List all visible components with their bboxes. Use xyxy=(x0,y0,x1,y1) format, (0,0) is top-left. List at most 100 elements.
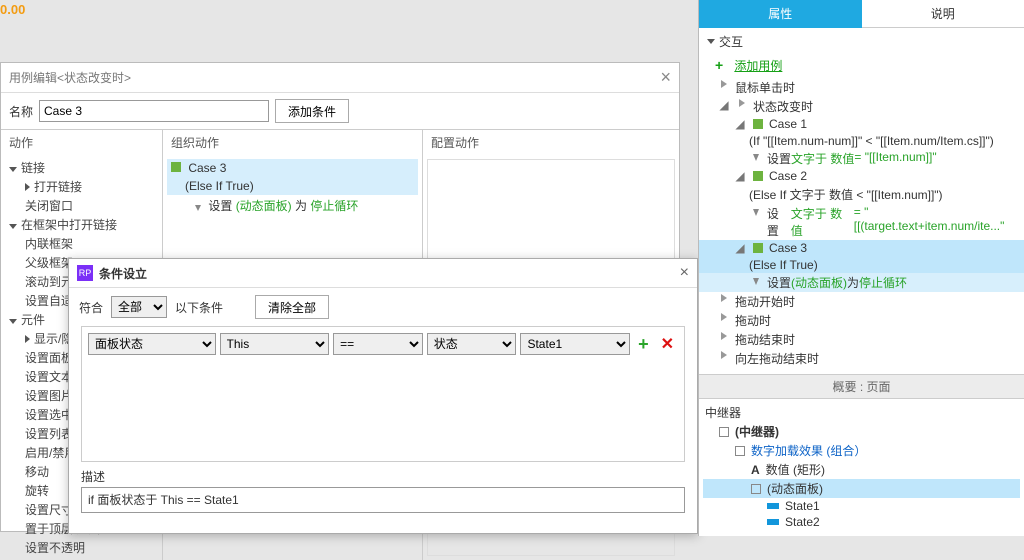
act-move[interactable]: 移动 xyxy=(25,465,49,479)
event-drag-start[interactable]: 拖动开始时 xyxy=(699,292,1024,311)
event-scroll-end[interactable]: 向左拖动结束时 xyxy=(699,349,1024,368)
case1[interactable]: ◢Case 1 xyxy=(699,116,1024,133)
bolt-icon xyxy=(753,209,759,216)
inspector-panel: 属性 说明 交互 + 添加用例 鼠标单击时 ◢状态改变时 ◢Case 1 (If… xyxy=(698,0,1024,536)
close-icon[interactable]: × xyxy=(680,264,689,282)
act-set-text[interactable]: 设置文本 xyxy=(25,370,73,384)
act-set-selected[interactable]: 设置选中 xyxy=(25,408,73,422)
lightning-icon xyxy=(719,350,729,362)
case2-cond[interactable]: (Else If 文字于 数值 < "[[Item.num]]") xyxy=(699,185,1024,204)
act-open-link[interactable]: 打开链接 xyxy=(34,180,82,194)
outline-state2[interactable]: State2 xyxy=(703,514,1020,530)
act-parent-frame[interactable]: 父级框架 xyxy=(25,256,73,270)
org-set: 设置 xyxy=(208,199,235,213)
condition-title: 条件设立 xyxy=(99,265,680,282)
chevron-down-icon xyxy=(707,39,715,44)
lhs-target-select[interactable]: This xyxy=(220,333,330,355)
tab-properties[interactable]: 属性 xyxy=(699,0,862,28)
case1-cond[interactable]: (If "[[Item.num-num]]" < "[[Item.num/Ite… xyxy=(699,133,1024,149)
case-icon xyxy=(753,171,763,181)
case2-action[interactable]: 设置 文字于 数值 = "[[(target.text+item.num/ite… xyxy=(699,204,1024,240)
org-target: (动态面板) xyxy=(236,199,292,213)
case2[interactable]: ◢Case 2 xyxy=(699,168,1024,185)
col-config-header: 配置动作 xyxy=(423,130,679,155)
act-size[interactable]: 设置尺寸 xyxy=(25,503,73,517)
outline-num[interactable]: A数值 (矩形) xyxy=(703,460,1020,479)
event-state-change[interactable]: ◢状态改变时 xyxy=(699,97,1024,116)
dp-icon xyxy=(751,484,761,494)
repeater-icon xyxy=(719,427,729,437)
case3[interactable]: ◢Case 3 xyxy=(699,240,1024,257)
add-case-link[interactable]: 添加用例 xyxy=(734,59,782,73)
interactions-tree: 鼠标单击时 ◢状态改变时 ◢Case 1 (If "[[Item.num-num… xyxy=(699,78,1024,374)
clear-all-button[interactable]: 清除全部 xyxy=(255,295,329,319)
match-mode-select[interactable]: 全部 xyxy=(111,296,167,318)
outline-tree: 中继器 (中继器) 数字加载效果 (组合） A数值 (矩形) (动态面板) St… xyxy=(699,399,1024,534)
case-editor-title: 用例编辑<状态改变时> xyxy=(9,69,131,86)
outline-repeater[interactable]: (中继器) xyxy=(703,422,1020,441)
lightning-icon xyxy=(737,98,747,110)
case-folder-icon xyxy=(171,162,181,172)
condition-dialog: RP 条件设立 × 符合 全部 以下条件 清除全部 面板状态 This == 状… xyxy=(68,258,698,534)
col-org-header: 组织动作 xyxy=(163,130,422,155)
conditions-area: 面板状态 This == 状态 State1 + ✕ xyxy=(81,326,685,462)
act-close-window[interactable]: 关闭窗口 xyxy=(25,199,73,213)
close-icon[interactable]: × xyxy=(660,67,671,88)
lightning-icon xyxy=(719,293,729,305)
grp-widgets[interactable]: 元件 xyxy=(21,313,45,327)
org-case-row[interactable]: Case 3 xyxy=(167,159,418,177)
lhs-type-select[interactable]: 面板状态 xyxy=(88,333,216,355)
outline-header: 概要 : 页面 xyxy=(699,374,1024,399)
tab-notes[interactable]: 说明 xyxy=(862,0,1024,28)
plus-icon: + xyxy=(715,57,727,69)
org-value: 停止循环 xyxy=(310,199,358,213)
act-opacity[interactable]: 设置不透明 xyxy=(25,541,85,555)
corner-value: 0.00 xyxy=(0,2,25,17)
add-condition-icon[interactable]: + xyxy=(634,334,653,355)
event-click[interactable]: 鼠标单击时 xyxy=(699,78,1024,97)
operator-select[interactable]: == xyxy=(333,333,423,355)
section-ix-label: 交互 xyxy=(719,33,743,50)
add-condition-button[interactable]: 添加条件 xyxy=(275,99,349,123)
rhs-type-select[interactable]: 状态 xyxy=(427,333,517,355)
desc-box[interactable]: if 面板状态于 This == State1 xyxy=(81,487,685,513)
lightning-icon xyxy=(719,79,729,91)
org-action-row[interactable]: 设置 (动态面板) 为 停止循环 xyxy=(167,195,418,216)
match-suffix: 以下条件 xyxy=(175,299,223,316)
outline-dp[interactable]: (动态面板) xyxy=(703,479,1020,498)
act-rotate[interactable]: 旋转 xyxy=(25,484,49,498)
remove-condition-icon[interactable]: ✕ xyxy=(657,334,678,354)
col-actions-header: 动作 xyxy=(1,130,162,155)
bolt-icon xyxy=(753,154,759,161)
lightning-icon xyxy=(719,331,729,343)
case-name-label: 名称 xyxy=(9,103,33,120)
case3-cond[interactable]: (Else If True) xyxy=(699,257,1024,273)
org-to: 为 xyxy=(292,199,311,213)
event-drag[interactable]: 拖动时 xyxy=(699,311,1024,330)
case1-action[interactable]: 设置 文字于 数值 = "[[Item.num]]" xyxy=(699,149,1024,168)
outline-repeater-h[interactable]: 中继器 xyxy=(703,403,1020,422)
act-open-in-frame[interactable]: 在框架中打开链接 xyxy=(21,218,117,232)
section-interactions[interactable]: 交互 xyxy=(699,28,1024,55)
event-drag-end[interactable]: 拖动结束时 xyxy=(699,330,1024,349)
case-icon xyxy=(753,243,763,253)
outline-state1[interactable]: State1 xyxy=(703,498,1020,514)
app-icon: RP xyxy=(77,265,93,281)
bolt-icon xyxy=(753,278,759,285)
state-icon xyxy=(767,519,779,525)
group-icon xyxy=(735,446,745,456)
outline-group[interactable]: 数字加载效果 (组合） xyxy=(703,441,1020,460)
case3-action[interactable]: 设置 (动态面板) 为 停止循环 xyxy=(699,273,1024,292)
act-inner-frame[interactable]: 内联框架 xyxy=(25,237,73,251)
state-icon xyxy=(767,503,779,509)
match-label: 符合 xyxy=(79,299,103,316)
condition-row: 面板状态 This == 状态 State1 + ✕ xyxy=(88,333,678,355)
rhs-value-select[interactable]: State1 xyxy=(520,333,630,355)
org-case-cond[interactable]: (Else If True) xyxy=(167,177,418,195)
case-name-input[interactable] xyxy=(39,100,269,122)
case-icon xyxy=(753,119,763,129)
desc-label: 描述 xyxy=(69,462,697,487)
grp-links[interactable]: 链接 xyxy=(21,161,45,175)
lightning-icon xyxy=(719,312,729,324)
act-set-image[interactable]: 设置图片 xyxy=(25,389,73,403)
